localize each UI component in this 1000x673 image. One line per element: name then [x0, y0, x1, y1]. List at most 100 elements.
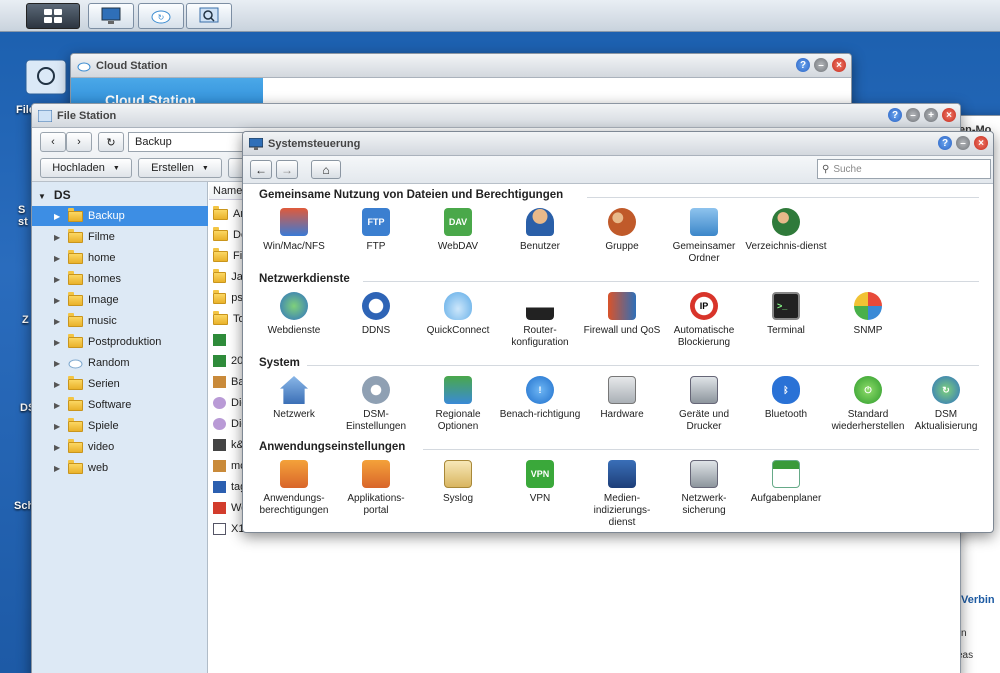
cp-item-bluetooth[interactable]: ᛒ Bluetooth	[745, 376, 827, 421]
cp-item-devices[interactable]: Geräte und Drucker	[663, 376, 745, 433]
cp-item-label: DSM-Einstellungen	[345, 409, 407, 432]
chevron-right-icon: ▶	[54, 253, 61, 263]
maximize-icon[interactable]: +	[924, 108, 938, 122]
cp-item-verzeichnisdienst[interactable]: Verzeichnis-dienst	[745, 208, 827, 253]
cp-item-router[interactable]: Router-konfiguration	[499, 292, 581, 349]
cp-item-dsm-update[interactable]: ↻ DSM Aktualisierung	[905, 376, 987, 433]
tree-item-software[interactable]: ▶ Software	[32, 395, 208, 415]
cp-item-gemeinsamer-ordner[interactable]: Gemeinsamer Ordner	[663, 208, 745, 265]
cp-item-webdav[interactable]: DAV WebDAV	[417, 208, 499, 253]
tree-item-label: homes	[88, 273, 122, 285]
tree-item-homes[interactable]: ▶ homes	[32, 269, 208, 289]
tree-root[interactable]: ▼ DS	[38, 188, 71, 202]
cp-item-ddns[interactable]: DDNS	[335, 292, 417, 337]
ddns-icon	[362, 292, 390, 320]
chevron-right-icon: ▶	[54, 232, 61, 242]
tree-item-filme[interactable]: ▶ Filme	[32, 227, 208, 247]
cloud-station-titlebar[interactable]: Cloud Station ? – ×	[71, 54, 851, 78]
control-panel-titlebar[interactable]: Systemsteuerung ? – ×	[243, 132, 993, 156]
refresh-button[interactable]: ↻	[98, 132, 124, 152]
block-icon: IP	[690, 292, 718, 320]
cp-item-snmp[interactable]: SNMP	[827, 292, 909, 337]
cp-item-label: DDNS	[361, 325, 391, 336]
create-button[interactable]: Erstellen ▼	[138, 158, 222, 178]
cp-item-app-portal[interactable]: Applikations-portal	[335, 460, 417, 517]
cp-item-label: Anwendungs-berechtigungen	[259, 493, 329, 516]
minimize-icon[interactable]: –	[906, 108, 920, 122]
cp-item-vpn[interactable]: VPN VPN	[499, 460, 581, 505]
section-title: Netzwerkdienste	[259, 273, 350, 285]
cp-item-network-backup[interactable]: Netzwerk-sicherung	[663, 460, 745, 517]
minimize-icon[interactable]: –	[814, 58, 828, 72]
search-input[interactable]: ⚲ Suche	[817, 159, 991, 179]
cp-item-dsm-settings[interactable]: DSM-Einstellungen	[335, 376, 417, 433]
arrow-right-icon: →	[281, 162, 293, 177]
taskbar-control-panel-button[interactable]	[88, 3, 134, 29]
cp-item-task-scheduler[interactable]: Aufgabenplaner	[745, 460, 827, 505]
cp-item-gruppe[interactable]: Gruppe	[581, 208, 663, 253]
cp-item-syslog[interactable]: Syslog	[417, 460, 499, 505]
control-panel-window[interactable]: Systemsteuerung ? – × ← → ⌂ ⚲ Suche Gemei…	[242, 131, 994, 533]
cp-item-ftp[interactable]: FTP FTP	[335, 208, 417, 253]
cp-item-webdienste[interactable]: Webdienste	[253, 292, 335, 337]
cp-item-win-mac-nfs[interactable]: Win/Mac/NFS	[253, 208, 335, 253]
chevron-down-icon: ▼	[38, 192, 46, 201]
help-icon[interactable]: ?	[938, 136, 952, 150]
cp-item-regional[interactable]: Regionale Optionen	[417, 376, 499, 433]
forward-button[interactable]: ›	[66, 132, 92, 152]
cp-item-label: Win/Mac/NFS	[263, 241, 325, 252]
cp-item-notification[interactable]: ! Benach-richtigung	[499, 376, 581, 421]
tree-item-postproduktion[interactable]: ▶ Postproduktion	[32, 332, 208, 352]
cp-item-terminal[interactable]: >_ Terminal	[745, 292, 827, 337]
section-divider	[363, 281, 979, 282]
chevron-right-icon: ▶	[54, 295, 61, 305]
upload-button[interactable]: Hochladen ▼	[40, 158, 132, 178]
tree-item-serien[interactable]: ▶ Serien	[32, 374, 208, 394]
chevron-down-icon: ▼	[201, 164, 209, 172]
tree-item-label: Serien	[88, 378, 120, 390]
tree-item-home[interactable]: ▶ home	[32, 248, 208, 268]
home-button[interactable]: ⌂	[311, 160, 341, 179]
upload-label: Hochladen	[52, 162, 105, 174]
cp-item-app-permissions[interactable]: Anwendungs-berechtigungen	[253, 460, 335, 517]
tree-item-image[interactable]: ▶ Image	[32, 290, 208, 310]
close-icon[interactable]: ×	[974, 136, 988, 150]
cp-item-hardware[interactable]: Hardware	[581, 376, 663, 421]
forward-button[interactable]: →	[276, 160, 298, 179]
notification-icon: !	[526, 376, 554, 404]
generic-file-icon	[213, 523, 226, 535]
tree-item-web[interactable]: ▶ web	[32, 458, 208, 478]
help-icon[interactable]: ?	[796, 58, 810, 72]
desktop-icon-file[interactable]	[24, 56, 68, 99]
cp-item-restore[interactable]: ⏻ Standard wiederherstellen	[827, 376, 909, 433]
tree-item-random[interactable]: ▶ Random	[32, 353, 208, 373]
close-icon[interactable]: ×	[942, 108, 956, 122]
tree-item-spiele[interactable]: ▶ Spiele	[32, 416, 208, 436]
cp-item-firewall[interactable]: Firewall und QoS	[581, 292, 663, 337]
folder-icon	[68, 333, 83, 348]
tree-item-music[interactable]: ▶ music	[32, 311, 208, 331]
disc-icon	[213, 418, 226, 430]
firewall-icon	[608, 292, 636, 320]
path-field[interactable]: Backup	[128, 132, 248, 152]
cp-item-netzwerk[interactable]: Netzwerk	[253, 376, 335, 421]
back-button[interactable]: ←	[250, 160, 272, 179]
cp-item-quickconnect[interactable]: QuickConnect	[417, 292, 499, 337]
help-icon[interactable]: ?	[888, 108, 902, 122]
close-icon[interactable]: ×	[832, 58, 846, 72]
file-station-titlebar[interactable]: File Station ? – + ×	[32, 104, 960, 128]
back-button[interactable]: ‹	[40, 132, 66, 152]
tree-item-backup[interactable]: ▶ Backup	[32, 206, 208, 226]
bluetooth-icon: ᛒ	[772, 376, 800, 404]
cp-item-label: DSM Aktualisierung	[914, 409, 978, 432]
taskbar-file-station-button[interactable]	[186, 3, 232, 29]
cp-item-auto-block[interactable]: IP Automatische Blockierung	[663, 292, 745, 349]
pie-chart-icon	[854, 292, 882, 320]
section-divider	[587, 197, 979, 198]
cp-item-benutzer[interactable]: Benutzer	[499, 208, 581, 253]
cp-item-media-index[interactable]: Medien-indizierungs-dienst	[581, 460, 663, 529]
taskbar-cloud-station-button[interactable]: ↻	[138, 3, 184, 29]
tree-item-video[interactable]: ▶ video	[32, 437, 208, 457]
minimize-icon[interactable]: –	[956, 136, 970, 150]
main-menu-button[interactable]	[26, 3, 80, 29]
